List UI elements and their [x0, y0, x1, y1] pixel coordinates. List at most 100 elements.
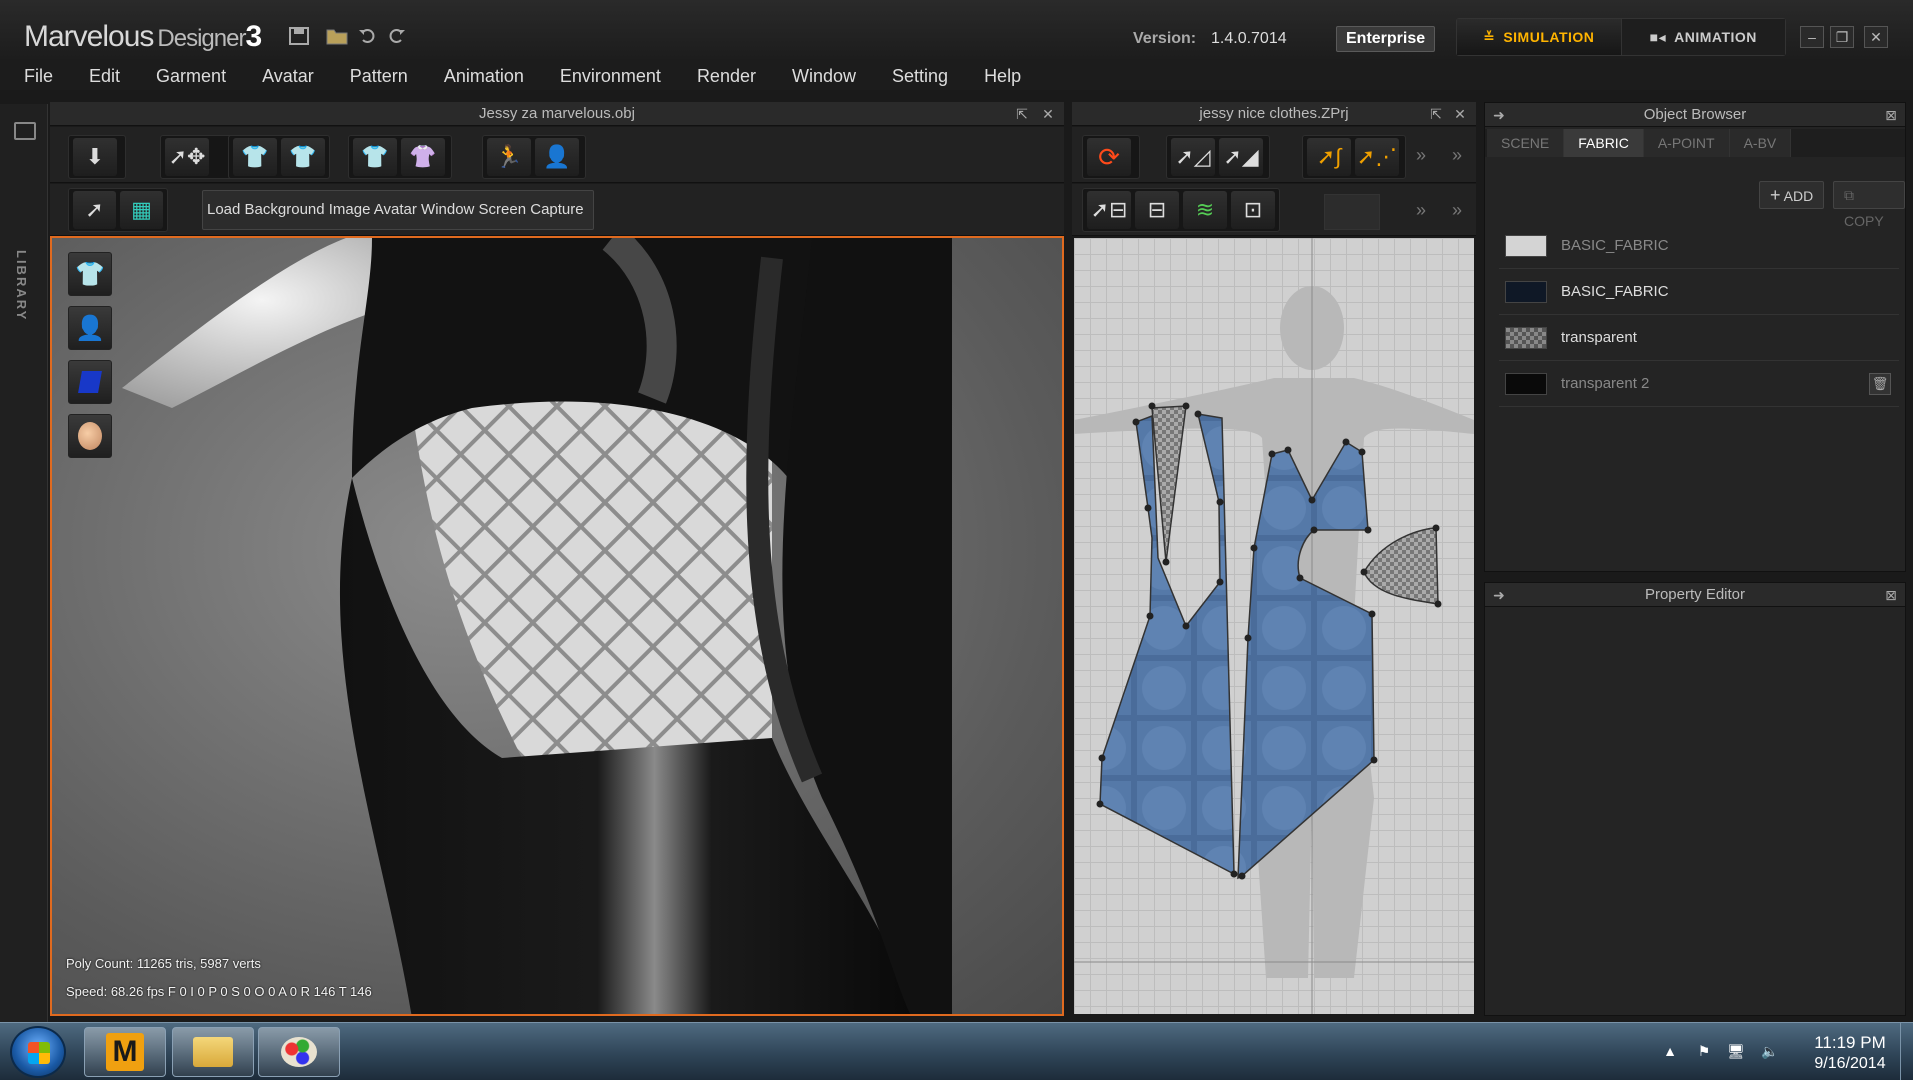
menu-help[interactable]: Help: [984, 66, 1021, 87]
segment-sewing-button[interactable]: ➚⊟: [1087, 191, 1131, 229]
explorer-taskbar-button[interactable]: [172, 1027, 254, 1077]
folder-icon: [193, 1037, 233, 1067]
fabric-item[interactable]: BASIC_FABRIC: [1499, 223, 1899, 269]
menu-avatar[interactable]: Avatar: [262, 66, 314, 87]
panel-close-icon[interactable]: ⊠: [1883, 587, 1899, 603]
maximize-button[interactable]: ❐: [1830, 26, 1854, 48]
library-strip[interactable]: LIBRARY: [0, 104, 48, 1024]
edit-sewing-button[interactable]: ⊡: [1231, 191, 1275, 229]
library-image-icon[interactable]: [14, 122, 36, 140]
menu-file[interactable]: File: [24, 66, 53, 87]
garment-green-icon: 👕: [241, 144, 269, 169]
garment-pink-icon: 👕: [289, 144, 317, 169]
paint-taskbar-button[interactable]: [258, 1027, 340, 1077]
close-icon[interactable]: ✕: [1452, 106, 1468, 122]
menu-setting[interactable]: Setting: [892, 66, 948, 87]
menu-window[interactable]: Window: [792, 66, 856, 87]
menu-garment[interactable]: Garment: [156, 66, 226, 87]
pattern-piece-sleeve: [1363, 527, 1439, 605]
show-hidden-icons[interactable]: ▲: [1660, 1043, 1680, 1061]
clock-date[interactable]: 9/16/2014: [1800, 1055, 1900, 1073]
fabric-item[interactable]: transparent 2 🗑: [1499, 361, 1899, 407]
checker-texture-button[interactable]: ▦: [120, 191, 163, 229]
tab-a-bv[interactable]: A-BV: [1729, 129, 1792, 157]
marvelous-taskbar-button[interactable]: M: [84, 1027, 166, 1077]
trash-icon[interactable]: 🗑: [1869, 373, 1891, 395]
panel-close-icon[interactable]: ⊠: [1883, 107, 1899, 123]
fabric-swatch: [1505, 280, 1547, 303]
menu-animation[interactable]: Animation: [444, 66, 524, 87]
tool-group-file: ⬇: [68, 135, 126, 179]
object-browser-header: ➜ Object Browser ⊠: [1485, 103, 1905, 127]
fabric-item[interactable]: transparent: [1499, 315, 1899, 361]
skin-view-button[interactable]: [68, 414, 112, 458]
fabric-swatch: [1505, 372, 1547, 395]
avatar-figure-icon: 👤: [543, 144, 571, 169]
menu-edit[interactable]: Edit: [89, 66, 120, 87]
elastic-sewing-button[interactable]: ≋: [1183, 191, 1227, 229]
view3d-toolbar-1: ⬇ ➚✥ 👕 👕 👕 👚 🏃 👤: [50, 127, 1064, 183]
close-icon[interactable]: ✕: [1040, 106, 1056, 122]
avatar-point-button[interactable]: 👤: [535, 138, 579, 176]
animation-mode-button[interactable]: ■◂ ANIMATION: [1621, 19, 1785, 55]
simulation-mode-button[interactable]: ≚ SIMULATION: [1457, 19, 1622, 55]
overflow-icon[interactable]: »: [1452, 200, 1462, 221]
show-desktop-button[interactable]: [1900, 1023, 1913, 1080]
start-button[interactable]: [10, 1026, 66, 1078]
undock-icon[interactable]: ⇱: [1014, 106, 1030, 122]
transform-pattern-button[interactable]: ➚◿: [1171, 138, 1215, 176]
tab-scene[interactable]: SCENE: [1487, 129, 1565, 157]
version-label: Version:: [1133, 30, 1197, 47]
free-sewing-icon: ⊟: [1147, 197, 1167, 222]
import-arrow-button[interactable]: ⬇: [73, 138, 117, 176]
more-tools-icon[interactable]: »: [1416, 200, 1426, 221]
avatar-pose-button[interactable]: 🏃: [487, 138, 531, 176]
free-sewing-button[interactable]: ⊟: [1135, 191, 1179, 229]
menu-pattern[interactable]: Pattern: [350, 66, 408, 87]
menu-environment[interactable]: Environment: [560, 66, 661, 87]
viewport-2d[interactable]: [1074, 238, 1474, 1014]
fabric-name: BASIC_FABRIC: [1561, 237, 1669, 254]
dock-arrow-icon[interactable]: ➜: [1491, 107, 1507, 123]
edit-curve-button[interactable]: ➚∫: [1307, 138, 1351, 176]
add-fabric-button[interactable]: + ADD: [1759, 181, 1825, 209]
undo-icon[interactable]: [354, 26, 380, 50]
undock-icon[interactable]: ⇱: [1428, 106, 1444, 122]
edit-curvature-button[interactable]: ➚⋰: [1355, 138, 1399, 176]
fabric-name: transparent 2: [1561, 375, 1650, 392]
overflow-icon[interactable]: »: [1452, 145, 1462, 166]
viewport-3d[interactable]: 👕 👤 Poly Count: 11265 tris, 5987 verts S…: [50, 236, 1064, 1016]
fabric-item[interactable]: BASIC_FABRIC: [1499, 269, 1899, 315]
volume-icon[interactable]: 🔈: [1760, 1043, 1780, 1061]
open-folder-icon[interactable]: [324, 26, 350, 50]
dock-arrow-icon[interactable]: ➜: [1491, 587, 1507, 603]
garment-view-button[interactable]: 👕: [68, 252, 112, 296]
background-capture-button[interactable]: Load Background Image Avatar Window Scre…: [202, 190, 594, 230]
network-icon[interactable]: 🖥: [1726, 1043, 1746, 1061]
garment-pink-button[interactable]: 👕: [281, 138, 325, 176]
menu-render[interactable]: Render: [697, 66, 756, 87]
redo-icon[interactable]: [384, 26, 410, 50]
fabric-view-button[interactable]: [68, 360, 112, 404]
select-texture-button[interactable]: ➚: [73, 191, 116, 229]
more-tools-icon[interactable]: »: [1416, 145, 1426, 166]
select-move-button[interactable]: ➚✥: [165, 138, 209, 176]
action-center-flag-icon[interactable]: ⚑: [1694, 1043, 1714, 1061]
copy-fabric-button[interactable]: ⧉ COPY: [1833, 181, 1905, 229]
clock-time[interactable]: 11:19 PM: [1800, 1033, 1900, 1053]
garment-green-button[interactable]: 👕: [233, 138, 277, 176]
view3d-toolbar-2: ➚ ▦ Load Background Image Avatar Window …: [50, 184, 1064, 236]
view2d-toolbar-2: ➚⊟ ⊟ ≋ ⊡ » »: [1072, 184, 1476, 236]
shirt-back-button[interactable]: 👚: [401, 138, 445, 176]
edit-pattern-button[interactable]: ➚◢: [1219, 138, 1263, 176]
elastic-sewing-icon: ≋: [1195, 197, 1215, 222]
menu-bar: File Edit Garment Avatar Pattern Animati…: [0, 62, 1913, 90]
avatar-view-button[interactable]: 👤: [68, 306, 112, 350]
save-icon[interactable]: [286, 26, 312, 50]
sync-button[interactable]: ⟳: [1087, 138, 1131, 176]
minimize-button[interactable]: –: [1800, 26, 1824, 48]
tab-fabric[interactable]: FABRIC: [1564, 129, 1644, 157]
close-button[interactable]: ✕: [1864, 26, 1888, 48]
tab-a-point[interactable]: A-POINT: [1643, 129, 1730, 157]
shirt-front-button[interactable]: 👕: [353, 138, 397, 176]
